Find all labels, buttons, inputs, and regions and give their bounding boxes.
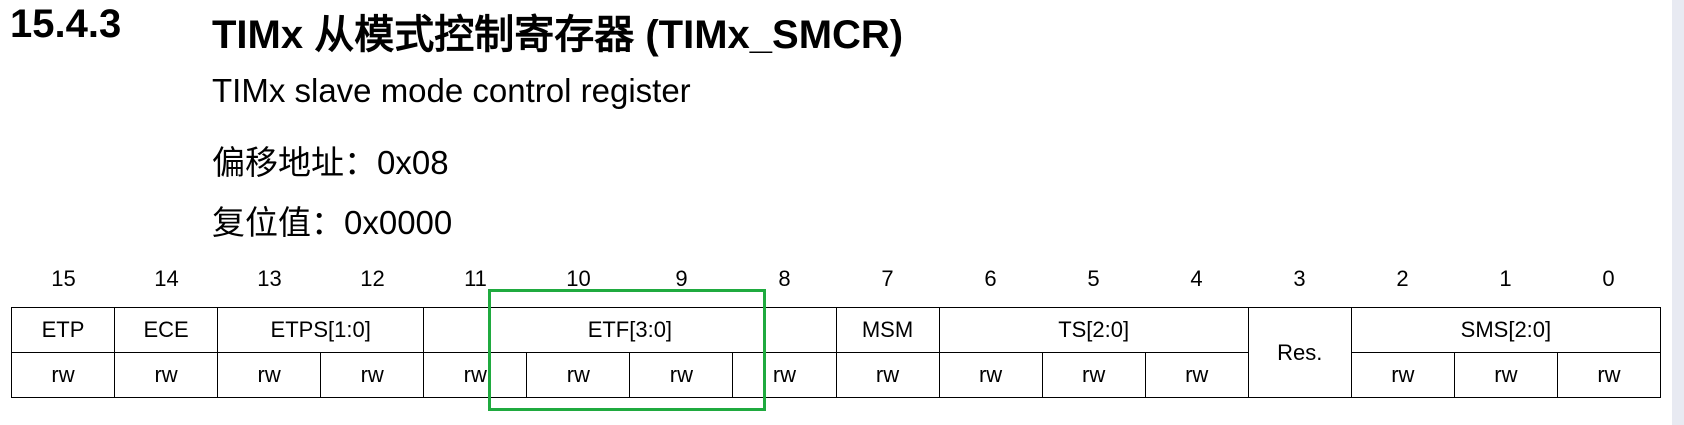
access-cell: rw bbox=[1350, 352, 1455, 398]
access-cell: rw bbox=[835, 352, 940, 398]
access-row: rw rw rw rw rw rw rw rw rw rw rw rw rw r… bbox=[10, 352, 1662, 398]
bit-number: 2 bbox=[1396, 266, 1409, 291]
field-sms: SMS[2:0] bbox=[1350, 307, 1662, 353]
access-cell: rw bbox=[217, 352, 322, 398]
offset-address: 偏移地址：0x08 bbox=[212, 144, 449, 181]
field-etp: ETP bbox=[10, 307, 116, 353]
access-cell: rw bbox=[1144, 352, 1249, 398]
register-subtitle: TIMx slave mode control register bbox=[212, 72, 691, 109]
bit-number: 4 bbox=[1190, 266, 1203, 291]
bit-number: 5 bbox=[1087, 266, 1100, 291]
bit-number: 1 bbox=[1499, 266, 1512, 291]
section-number: 15.4.3 bbox=[10, 2, 122, 46]
field-name-row: ETP ECE ETPS[1:0] ETF[3:0] MSM TS[2:0] R… bbox=[10, 307, 1662, 398]
bit-number: 12 bbox=[360, 266, 385, 291]
bit-number: 7 bbox=[881, 266, 894, 291]
bit-number: 3 bbox=[1293, 266, 1306, 291]
bit-number: 0 bbox=[1602, 266, 1615, 291]
field-ece: ECE bbox=[114, 307, 219, 353]
etf-highlight-box bbox=[488, 289, 766, 411]
access-cell: rw bbox=[320, 352, 425, 398]
register-table: ETP ECE ETPS[1:0] ETF[3:0] MSM TS[2:0] R… bbox=[10, 307, 1662, 398]
page-edge bbox=[1672, 0, 1684, 425]
bit-number: 13 bbox=[257, 266, 282, 291]
access-cell: rw bbox=[1041, 352, 1146, 398]
access-cell: rw bbox=[10, 352, 116, 398]
access-cell: rw bbox=[1556, 352, 1662, 398]
access-cell: rw bbox=[114, 352, 219, 398]
field-reserved: Res. bbox=[1247, 307, 1352, 398]
field-msm: MSM bbox=[835, 307, 940, 353]
bit-number: 15 bbox=[51, 266, 76, 291]
bit-number: 6 bbox=[984, 266, 997, 291]
section-title: TIMx 从模式控制寄存器 (TIMx_SMCR) bbox=[212, 13, 904, 57]
access-cell: rw bbox=[1453, 352, 1558, 398]
field-etps: ETPS[1:0] bbox=[217, 307, 425, 353]
field-ts: TS[2:0] bbox=[938, 307, 1249, 353]
access-cell: rw bbox=[938, 352, 1043, 398]
bit-number-row: 15 14 13 12 11 10 9 8 7 6 5 4 3 2 1 0 bbox=[12, 266, 1660, 302]
reset-value: 复位值：0x0000 bbox=[212, 204, 453, 241]
bit-number: 14 bbox=[154, 266, 179, 291]
